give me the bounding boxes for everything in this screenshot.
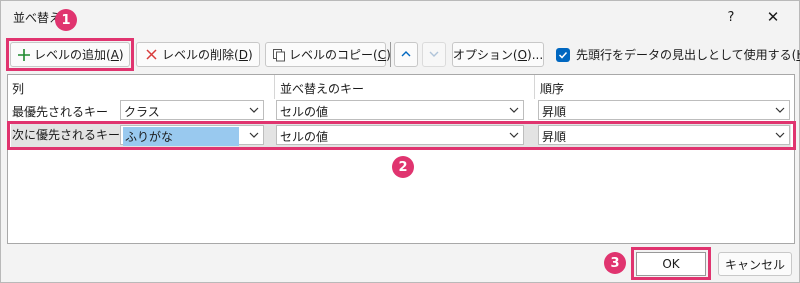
column-select-value: クラス [124, 105, 160, 119]
column-divider [534, 75, 535, 99]
copy-level-button[interactable]: レベルのコピー(C) [265, 42, 391, 67]
chevron-down-icon [245, 126, 263, 144]
copy-level-label: レベルのコピー(C) [289, 48, 391, 62]
add-level-label: レベルの追加(A) [34, 48, 124, 62]
delete-x-icon [143, 47, 159, 63]
add-level-button[interactable]: レベルの追加(A) [10, 42, 130, 67]
sort-on-select-value: セルの値 [280, 105, 329, 119]
cancel-button[interactable]: キャンセル [718, 252, 792, 276]
delete-level-button[interactable]: レベルの削除(D) [136, 42, 260, 67]
order-select-primary[interactable]: 昇順 [538, 100, 790, 120]
move-down-button[interactable] [422, 42, 446, 67]
column-header-order: 順序 [540, 82, 565, 96]
chevron-down-icon [245, 101, 263, 119]
step-badge-1: 1 [55, 9, 77, 31]
step-badge-2: 2 [392, 156, 414, 178]
delete-level-label: レベルの削除(D) [162, 48, 253, 62]
move-up-button[interactable] [394, 42, 418, 67]
column-header-column: 列 [12, 82, 25, 96]
column-divider [274, 75, 275, 99]
order-select-value: 昇順 [542, 105, 567, 119]
options-label: オプション(O)... [452, 48, 544, 62]
checkmark-icon [556, 47, 570, 62]
sort-dialog: 並べ替え ? ✕ レベルの追加(A) レベルの削除(D) レベルのコピー(C) … [0, 0, 800, 283]
ok-button[interactable]: OK [636, 252, 706, 276]
options-button[interactable]: オプション(O)... [452, 42, 544, 67]
help-button[interactable]: ? [717, 5, 745, 29]
chevron-down-icon [771, 126, 789, 144]
chevron-down-icon [505, 101, 523, 119]
copy-icon [272, 47, 286, 63]
order-select-secondary[interactable]: 昇順 [538, 125, 790, 145]
chevron-up-icon [400, 48, 412, 62]
step-badge-3: 3 [604, 252, 626, 274]
chevron-down-icon [505, 126, 523, 144]
row-label-primary: 最優先されるキー [12, 105, 109, 119]
sort-on-select-secondary[interactable]: セルの値 [276, 125, 524, 145]
sort-on-select-value: セルの値 [280, 130, 329, 144]
toolbar-separator [390, 42, 391, 67]
header-row-label: 先頭行をデータの見出しとして使用する(H) [576, 48, 800, 62]
row-label-secondary: 次に優先されるキー [12, 128, 121, 142]
header-row-checkbox[interactable]: 先頭行をデータの見出しとして使用する(H) [556, 46, 800, 63]
title-bar: 並べ替え ? ✕ [1, 1, 799, 33]
order-select-value: 昇順 [542, 130, 567, 144]
dialog-title: 並べ替え [13, 11, 62, 25]
chevron-down-icon [771, 101, 789, 119]
column-select-secondary[interactable]: ふりがな [120, 125, 264, 146]
plus-icon [17, 47, 31, 63]
column-select-value: ふりがな [123, 127, 239, 146]
column-header-sort-on: 並べ替えのキー [280, 82, 365, 96]
close-button[interactable]: ✕ [759, 5, 787, 29]
column-select-primary[interactable]: クラス [120, 100, 264, 120]
sort-on-select-primary[interactable]: セルの値 [276, 100, 524, 120]
chevron-down-icon [428, 48, 440, 62]
